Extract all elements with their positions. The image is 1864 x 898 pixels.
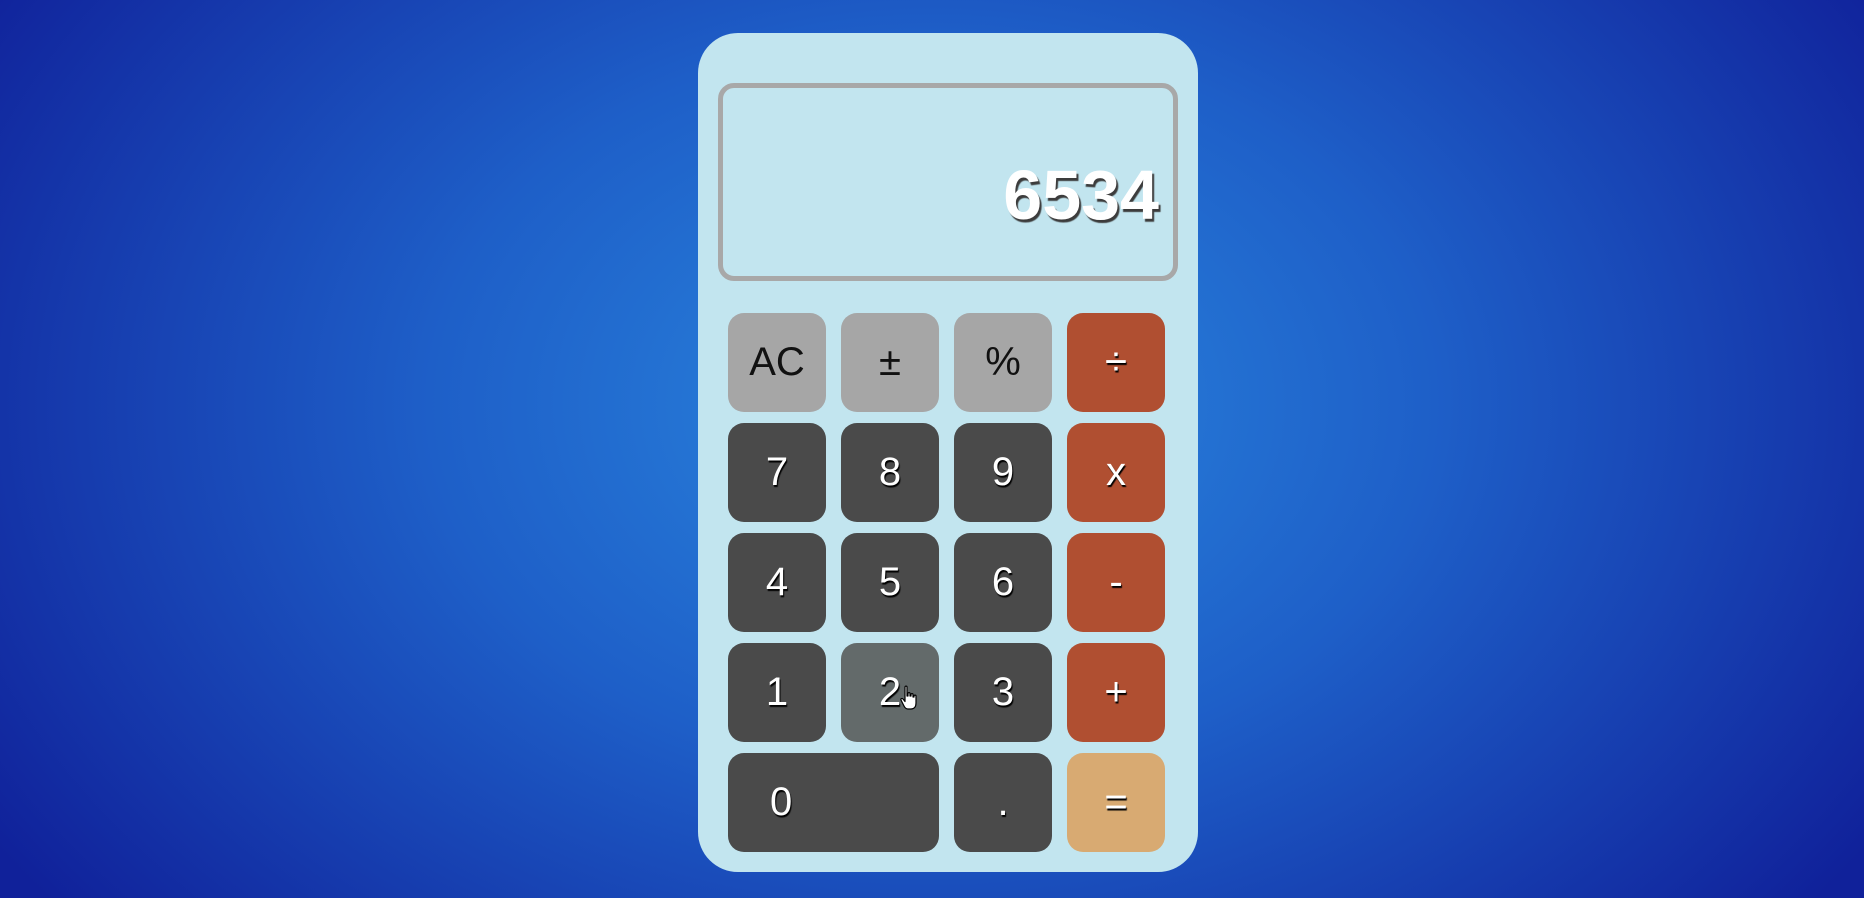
decimal-button[interactable]: . bbox=[954, 753, 1052, 852]
keypad: AC ± % ÷ 7 8 9 x 4 5 6 - 1 2 3 + 0 . = bbox=[728, 313, 1166, 852]
clear-button[interactable]: AC bbox=[728, 313, 826, 412]
display: 6534 bbox=[718, 83, 1178, 281]
digit-0-button[interactable]: 0 bbox=[728, 753, 939, 852]
percent-button[interactable]: % bbox=[954, 313, 1052, 412]
digit-1-button[interactable]: 1 bbox=[728, 643, 826, 742]
digit-5-button[interactable]: 5 bbox=[841, 533, 939, 632]
digit-2-label: 2 bbox=[878, 670, 902, 714]
digit-4-button[interactable]: 4 bbox=[728, 533, 826, 632]
multiply-button[interactable]: x bbox=[1067, 423, 1165, 522]
hand-pointer-icon bbox=[900, 685, 917, 710]
digit-8-button[interactable]: 8 bbox=[841, 423, 939, 522]
divide-button[interactable]: ÷ bbox=[1067, 313, 1165, 412]
digit-6-button[interactable]: 6 bbox=[954, 533, 1052, 632]
digit-3-button[interactable]: 3 bbox=[954, 643, 1052, 742]
digit-7-button[interactable]: 7 bbox=[728, 423, 826, 522]
subtract-button[interactable]: - bbox=[1067, 533, 1165, 632]
plus-minus-button[interactable]: ± bbox=[841, 313, 939, 412]
display-value: 6534 bbox=[1003, 156, 1159, 234]
calculator: 6534 AC ± % ÷ 7 8 9 x 4 5 6 - 1 2 3 + 0 … bbox=[698, 33, 1198, 872]
digit-9-button[interactable]: 9 bbox=[954, 423, 1052, 522]
add-button[interactable]: + bbox=[1067, 643, 1165, 742]
digit-2-button[interactable]: 2 bbox=[841, 643, 939, 742]
equals-button[interactable]: = bbox=[1067, 753, 1165, 852]
